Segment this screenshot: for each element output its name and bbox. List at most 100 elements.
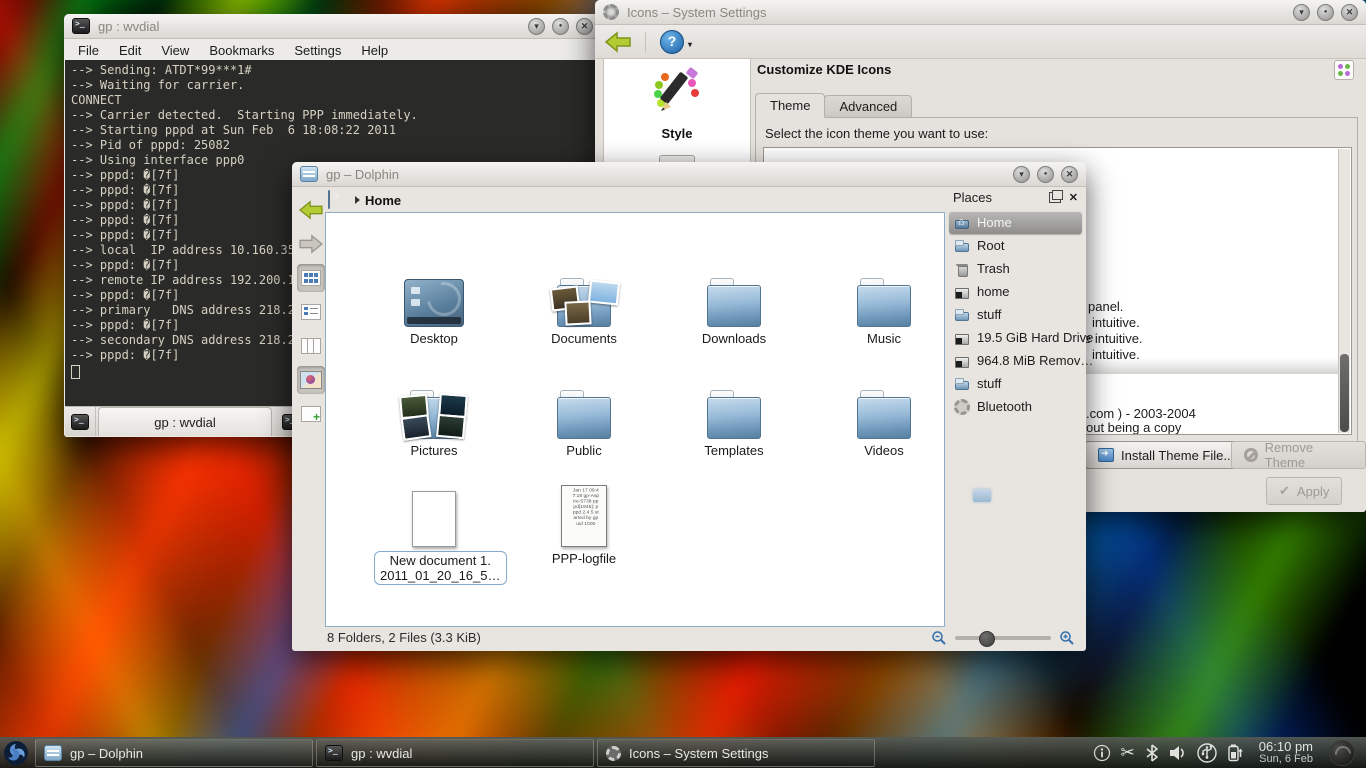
- maximize-button[interactable]: [1317, 4, 1334, 21]
- app-launcher-button[interactable]: [0, 738, 32, 768]
- menu-view[interactable]: View: [161, 43, 189, 58]
- place-item-home[interactable]: Home: [949, 211, 1082, 234]
- usb-device-notifier-icon[interactable]: [1197, 743, 1217, 763]
- minimize-button[interactable]: [1293, 4, 1310, 21]
- dolphin-titlebar[interactable]: gp – Dolphin: [292, 162, 1086, 187]
- place-item-hard-drive[interactable]: 19.5 GiB Hard Drive: [949, 326, 1082, 349]
- terminal-cursor: [71, 365, 80, 379]
- maximize-button[interactable]: [1037, 166, 1054, 183]
- close-button[interactable]: [1061, 166, 1078, 183]
- install-theme-button[interactable]: Install Theme File...: [1085, 441, 1247, 469]
- taskbar: gp – Dolphin gp : wvdial Icons – System …: [0, 737, 1366, 768]
- dolphin-side-toolbar: [296, 196, 326, 434]
- breadcrumb-home-button[interactable]: [328, 191, 350, 209]
- place-item-bluetooth[interactable]: Bluetooth: [949, 395, 1082, 418]
- zoom-in-icon[interactable]: [1059, 630, 1075, 646]
- back-button[interactable]: [297, 196, 325, 224]
- settings-titlebar[interactable]: Icons – System Settings: [595, 0, 1366, 25]
- folder-icon: [557, 397, 611, 439]
- new-tab-button[interactable]: [65, 407, 96, 436]
- place-item-stuff-2[interactable]: stuff: [949, 372, 1082, 395]
- terminal-tab[interactable]: gp : wvdial: [98, 407, 272, 436]
- document-file-icon: [412, 491, 456, 547]
- dolphin-window: gp – Dolphin Home: [292, 162, 1086, 651]
- theme-about-fragment: out being a copy: [1086, 420, 1181, 435]
- folder-item-templates[interactable]: Templates: [674, 381, 794, 458]
- places-header: Places: [953, 190, 992, 205]
- icons-view-button[interactable]: [297, 264, 325, 292]
- maximize-button[interactable]: [552, 18, 569, 35]
- task-konsole[interactable]: gp : wvdial: [316, 739, 594, 767]
- notifications-info-icon[interactable]: [1093, 744, 1111, 762]
- details-view-button[interactable]: [297, 298, 325, 326]
- minimize-button[interactable]: [528, 18, 545, 35]
- volume-icon[interactable]: [1169, 745, 1187, 761]
- documents-folder-icon: [557, 285, 611, 327]
- task-dolphin[interactable]: gp – Dolphin: [35, 739, 313, 767]
- place-label: 964.8 MiB Remov…: [977, 353, 1093, 368]
- split-view-button[interactable]: [297, 400, 325, 428]
- place-item-root[interactable]: Root: [949, 234, 1082, 257]
- folder-item-downloads[interactable]: Downloads: [674, 269, 794, 346]
- tab-advanced[interactable]: Advanced: [824, 95, 912, 118]
- preview-button[interactable]: [297, 366, 325, 394]
- folder-view[interactable]: Desktop Documents Downloads Music: [325, 212, 945, 627]
- sidebar-item-style[interactable]: Style: [604, 67, 750, 141]
- remove-theme-button[interactable]: Remove Theme: [1231, 441, 1366, 469]
- home-folder-icon: [328, 190, 330, 209]
- file-item-new-document[interactable]: New document 1.2011_01_20_16_5…: [374, 485, 494, 585]
- menu-help[interactable]: Help: [361, 43, 388, 58]
- close-panel-icon[interactable]: ✕: [1069, 191, 1078, 204]
- scrollbar-thumb[interactable]: [1340, 354, 1349, 432]
- place-item-stuff[interactable]: stuff: [949, 303, 1082, 326]
- apply-button[interactable]: ✔ Apply: [1266, 477, 1342, 505]
- drive-icon: [954, 353, 970, 369]
- close-button[interactable]: [1341, 4, 1358, 21]
- place-item-home-partition[interactable]: home: [949, 280, 1082, 303]
- zoom-slider[interactable]: [955, 636, 1051, 640]
- apply-label: Apply: [1297, 484, 1330, 499]
- konsole-icon: [72, 18, 90, 34]
- drive-icon: [954, 330, 970, 346]
- back-icon[interactable]: [605, 31, 631, 53]
- place-label: stuff: [977, 307, 1001, 322]
- task-label: gp : wvdial: [351, 746, 412, 761]
- scrollbar[interactable]: [1338, 149, 1350, 433]
- panel-toolbox-cashew-icon[interactable]: [1329, 740, 1355, 766]
- tab-theme[interactable]: Theme: [755, 93, 825, 118]
- folder-icon: [954, 376, 970, 392]
- task-system-settings[interactable]: Icons – System Settings: [597, 739, 875, 767]
- zoom-out-icon[interactable]: [931, 630, 947, 646]
- clock[interactable]: 06:10 pm Sun, 6 Feb: [1253, 740, 1319, 766]
- bluetooth-icon[interactable]: [1145, 744, 1159, 762]
- check-icon: ✔: [1279, 483, 1290, 499]
- folder-item-documents[interactable]: Documents: [524, 269, 644, 346]
- place-label: Bluetooth: [977, 399, 1032, 414]
- menu-edit[interactable]: Edit: [119, 43, 141, 58]
- folder-item-pictures[interactable]: Pictures: [374, 381, 494, 458]
- folder-item-music[interactable]: Music: [824, 269, 944, 346]
- breadcrumb-home-label[interactable]: Home: [365, 193, 401, 208]
- help-icon[interactable]: ?: [660, 30, 684, 54]
- task-label: gp – Dolphin: [70, 746, 143, 761]
- battery-icon[interactable]: [1227, 743, 1243, 763]
- forward-icon: [299, 234, 323, 254]
- close-button[interactable]: [576, 18, 593, 35]
- folder-item-desktop[interactable]: Desktop: [374, 269, 494, 346]
- zoom-slider-thumb[interactable]: [979, 631, 995, 647]
- forward-button[interactable]: [297, 230, 325, 258]
- place-item-removable[interactable]: 964.8 MiB Remov…: [949, 349, 1082, 372]
- folder-item-videos[interactable]: Videos: [824, 381, 944, 458]
- menu-settings[interactable]: Settings: [294, 43, 341, 58]
- place-item-trash[interactable]: Trash: [949, 257, 1082, 280]
- konsole-titlebar[interactable]: gp : wvdial: [64, 14, 601, 39]
- file-item-ppp-logfile[interactable]: Jan 17 09:4 7:18 gp-Asp ire-5738 pp pd[1…: [524, 485, 644, 566]
- details-view-icon: [301, 304, 321, 320]
- menu-file[interactable]: File: [78, 43, 99, 58]
- folder-item-public[interactable]: Public: [524, 381, 644, 458]
- float-panel-icon[interactable]: [1049, 192, 1061, 203]
- columns-view-button[interactable]: [297, 332, 325, 360]
- menu-bookmarks[interactable]: Bookmarks: [209, 43, 274, 58]
- klipper-scissors-icon[interactable]: ✂: [1121, 743, 1135, 763]
- minimize-button[interactable]: [1013, 166, 1030, 183]
